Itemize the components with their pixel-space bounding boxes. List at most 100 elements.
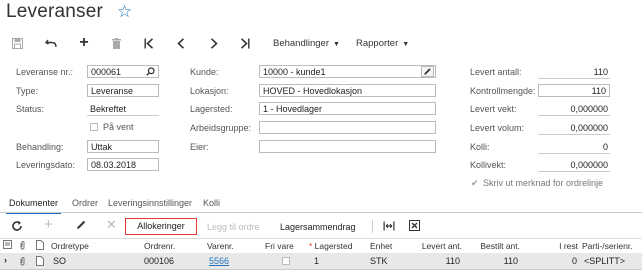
paa-vent-label: På vent: [103, 122, 134, 132]
col-lagersted-label: Lagersted: [314, 241, 353, 251]
paa-vent-checkbox[interactable]: [90, 123, 98, 131]
kollivekt-underline: [538, 171, 610, 172]
cell-ordrenr[interactable]: 000106: [144, 256, 174, 266]
cell-parti-serienr[interactable]: <SPLITT>: [584, 256, 625, 266]
tab-kolli[interactable]: Kolli: [200, 195, 223, 212]
lagersted-value: 1 - Hovedlager: [263, 104, 323, 114]
leveransenr-field[interactable]: 000061: [87, 65, 159, 78]
add-row-icon[interactable]: +: [44, 216, 53, 233]
tab-leveringsinnstillinger[interactable]: Leveringsinnstillinger: [105, 195, 195, 212]
legg-til-ordre-button[interactable]: Legg til ordre: [207, 222, 260, 232]
col-enhet[interactable]: Enhet: [370, 241, 392, 251]
col-levert-ant[interactable]: Levert ant.: [412, 241, 462, 251]
eier-field[interactable]: [259, 140, 436, 153]
kontrollmengde-label: Kontrollmengde:: [470, 86, 536, 96]
col-ordrenr[interactable]: Ordrenr.: [144, 241, 175, 251]
levert-antall-value: 110: [593, 67, 608, 77]
search-icon[interactable]: [146, 66, 155, 76]
cell-ordretype[interactable]: SO: [53, 256, 66, 266]
rapporter-menu[interactable]: Rapporter ▼: [356, 38, 409, 49]
note-icon[interactable]: [36, 256, 44, 266]
kolli-label: Kolli:: [470, 142, 490, 152]
attachment-icon[interactable]: [19, 256, 26, 266]
arbeidsgruppe-label: Arbeidsgruppe:: [190, 123, 252, 133]
col-fri-vare[interactable]: Fri vare: [265, 241, 294, 251]
skriv-ut-checkbox[interactable]: ✔: [471, 178, 479, 189]
lokasjon-field[interactable]: HOVED - Hovedlokasjon: [259, 84, 436, 97]
leveringsdato-field[interactable]: 08.03.2018: [87, 158, 159, 171]
col-ordretype[interactable]: Ordretype: [51, 241, 89, 251]
levert-volum-underline: [538, 134, 610, 135]
favorite-star-icon[interactable]: ☆: [117, 2, 132, 22]
col-varenr[interactable]: Varenr.: [207, 241, 234, 251]
edit-row-icon[interactable]: [76, 219, 87, 230]
kolli-underline: [538, 153, 610, 154]
col-i-rest[interactable]: I rest: [555, 241, 578, 251]
cell-varenr-link[interactable]: 5566: [209, 256, 229, 266]
cell-fri-vare-checkbox[interactable]: [282, 257, 290, 265]
status-value: Bekreftet: [90, 104, 127, 114]
edit-kunde-button[interactable]: [421, 66, 434, 77]
add-icon[interactable]: +: [76, 34, 92, 52]
behandlinger-label: Behandlinger: [273, 38, 329, 49]
attachment-header-icon: [19, 240, 26, 250]
tab-bar: Dokumenter Ordrer Leveringsinnstillinger…: [6, 195, 266, 214]
behandling-label: Behandling:: [16, 142, 64, 152]
lagersammendrag-button[interactable]: Lagersammendrag: [280, 222, 356, 232]
cell-i-rest[interactable]: 0: [555, 256, 577, 266]
row-selector-icon[interactable]: ›: [4, 255, 7, 265]
behandling-field[interactable]: Uttak: [87, 140, 159, 153]
pencil-icon: [422, 67, 433, 76]
delete-icon[interactable]: [108, 34, 124, 52]
type-value: Leveranse: [91, 86, 134, 96]
allokeringer-button[interactable]: Allokeringer: [125, 218, 197, 235]
levert-volum-value: 0,000000: [570, 123, 608, 133]
cell-bestilt-ant[interactable]: 110: [472, 256, 518, 266]
undo-icon[interactable]: [43, 34, 59, 52]
type-label: Type:: [16, 86, 39, 96]
export-excel-icon[interactable]: [409, 220, 420, 231]
grid-header: Ordretype Ordrenr. Varenr. Fri vare * La…: [0, 238, 642, 254]
page-title: Leveranser: [6, 1, 104, 22]
table-row[interactable]: › SO 000106 5566 1 STK 110 110 0 <SPLITT…: [0, 253, 642, 270]
lagersted-field[interactable]: 1 - Hovedlager: [259, 102, 436, 115]
status-label: Status:: [16, 104, 45, 114]
levert-antall-label: Levert antall:: [470, 67, 522, 77]
row-options-icon[interactable]: [3, 240, 12, 249]
rapporter-label: Rapporter: [356, 38, 399, 49]
tab-divider: [0, 212, 642, 213]
lokasjon-label: Lokasjon:: [190, 86, 229, 96]
fit-columns-icon[interactable]: [383, 221, 395, 231]
levert-antall-underline: [538, 78, 610, 79]
type-field[interactable]: Leveranse: [87, 84, 159, 97]
refresh-icon[interactable]: [11, 217, 23, 232]
cell-lagersted[interactable]: 1: [314, 256, 319, 266]
last-record-icon[interactable]: [237, 34, 253, 52]
checkbox-box: [282, 257, 290, 265]
leveransenr-label: Leveranse nr.:: [16, 67, 74, 77]
kollivekt-label: Kollivekt:: [470, 160, 507, 170]
leveringsdato-label: Leveringsdato:: [16, 160, 76, 170]
eier-label: Eier:: [190, 142, 209, 152]
cell-levert-ant[interactable]: 110: [412, 256, 460, 266]
col-lagersted[interactable]: * Lagersted: [309, 241, 352, 251]
first-record-icon[interactable]: [141, 34, 157, 52]
behandling-value: Uttak: [91, 142, 113, 152]
behandlinger-menu[interactable]: Behandlinger ▼: [273, 38, 340, 49]
kunde-label: Kunde:: [190, 67, 219, 77]
delete-row-icon[interactable]: ✕: [106, 217, 117, 233]
next-record-icon[interactable]: [206, 34, 222, 52]
arbeidsgruppe-field[interactable]: [259, 121, 436, 134]
leveringsdato-value: 08.03.2018: [91, 160, 137, 170]
previous-record-icon[interactable]: [173, 34, 189, 52]
save-icon[interactable]: [9, 34, 25, 52]
cell-enhet[interactable]: STK: [370, 256, 388, 266]
col-parti-serienr[interactable]: Parti-/serienr.: [582, 241, 633, 251]
levert-vekt-value: 0,000000: [570, 104, 608, 114]
tab-ordrer[interactable]: Ordrer: [69, 195, 101, 212]
toolbar-divider: [372, 220, 373, 233]
kunde-field[interactable]: 10000 - kunde1: [259, 65, 436, 78]
col-bestilt-ant[interactable]: Bestilt ant.: [472, 241, 520, 251]
kontrollmengde-field[interactable]: 110: [538, 84, 610, 97]
status-underline: [87, 115, 159, 116]
